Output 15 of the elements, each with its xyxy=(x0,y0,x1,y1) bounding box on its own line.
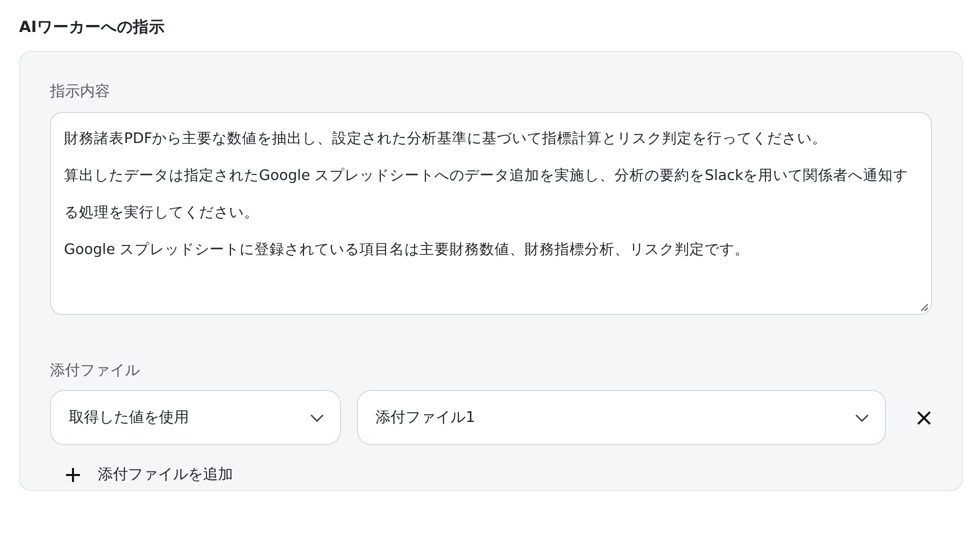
close-icon[interactable] xyxy=(916,410,932,426)
section-title: AIワーカーへの指示 xyxy=(19,17,166,38)
field-label: 添付ファイル xyxy=(50,361,141,380)
instruction-text: Google スプレッドシートに登録されている項目名は主要財務数値、財務指標分析、リスク判定です。 xyxy=(64,240,751,260)
file-dropdown[interactable]: 添付ファイル1 xyxy=(356,390,886,445)
field-label: 指示内容 xyxy=(50,82,111,101)
add-attachment-button[interactable]: 添付ファイルを追加 xyxy=(50,465,233,484)
source-dropdown[interactable]: 取得した値を使用 xyxy=(50,390,341,445)
resize-handle-icon[interactable] xyxy=(921,304,928,311)
chevron-down-icon xyxy=(310,414,324,422)
plus-icon xyxy=(65,466,81,482)
instruction-text: 算出したデータは指定されたGoogle スプレッドシートへのデータ追加を実施し、分析の要約をSlackを用いて関係者へ通知する処理を実行してください。 xyxy=(64,166,910,223)
chevron-down-icon xyxy=(855,414,870,422)
instruction-field[interactable]: 財務諸表PDFから主要な数値を抽出し、設定された分析基準に基づいて指標計算とリスク判定を行ってください。 算出したデータは指定されたGoogle スプレッドシートへのデータ追加を実施し、分析の要約をSlackを用いて関係者へ通知する処理を実行してください。 Google スプレッドシートに登録されている項目名は主要財務数値、財務指標分析、リスク判定です。 xyxy=(50,112,932,315)
instruction-text: 財務諸表PDFから主要な数値を抽出し、設定された分析基準に基づいて指標計算とリスク判定を行ってください。 xyxy=(64,130,828,149)
